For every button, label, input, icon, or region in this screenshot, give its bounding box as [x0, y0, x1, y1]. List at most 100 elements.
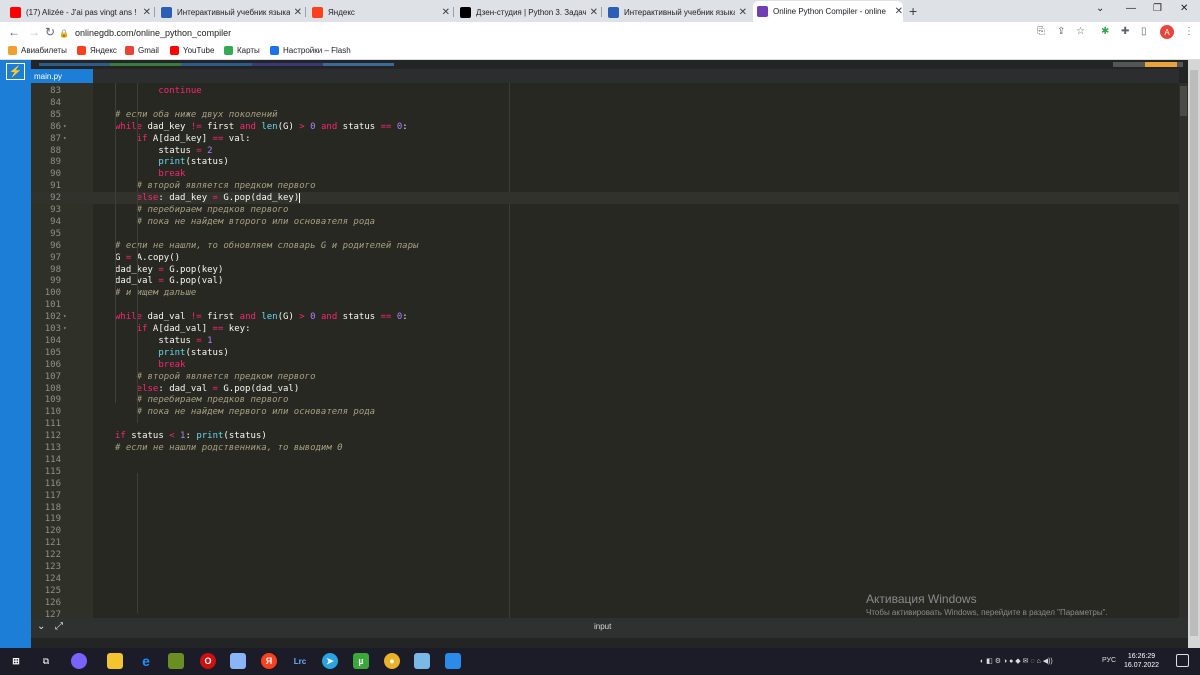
code-line[interactable]: 116	[31, 478, 1179, 490]
code-line[interactable]: 97 G = A.copy()	[31, 252, 1179, 264]
code-line[interactable]: 105 print(status)	[31, 347, 1179, 359]
code-line[interactable]: 118	[31, 502, 1179, 514]
onlinegdb-logo-icon[interactable]: ⚡	[6, 63, 25, 80]
reload-icon[interactable]: ↻	[45, 25, 55, 39]
close-tab-icon[interactable]: ✕	[739, 7, 747, 18]
code-line[interactable]: 92 else: dad_key = G.pop(dad_key)	[31, 192, 1179, 205]
opera-icon[interactable]: O	[200, 653, 216, 669]
browser-tab[interactable]: Яндекс ✕	[308, 2, 450, 22]
close-tab-icon[interactable]: ✕	[143, 7, 151, 18]
close-window-icon[interactable]: ✕	[1180, 3, 1188, 14]
bookmark-item[interactable]: Gmail	[125, 46, 159, 55]
code-line[interactable]: 108 else: dad_val = G.pop(dad_val)	[31, 383, 1179, 395]
code-editor[interactable]: 83 continue 84 85 # если оба ниже двух покол…	[31, 83, 1179, 618]
code-line[interactable]: 104 status = 1	[31, 335, 1179, 347]
translate-icon[interactable]: ⎘	[1037, 26, 1045, 37]
close-tab-icon[interactable]: ✕	[590, 7, 598, 18]
app-icon-1[interactable]	[71, 653, 87, 669]
code-line[interactable]: 98 dad_key = G.pop(key)	[31, 264, 1179, 276]
profile-avatar[interactable]: A	[1160, 25, 1174, 39]
browser-tab[interactable]: Online Python Compiler - online ✕	[753, 1, 903, 22]
code-line[interactable]: 126	[31, 597, 1179, 609]
code-line[interactable]: 121	[31, 537, 1179, 549]
code-line[interactable]: 125	[31, 585, 1179, 597]
code-area[interactable]: 83 continue 84 85 # если оба ниже двух покол…	[31, 83, 1179, 618]
code-line[interactable]: 124	[31, 573, 1179, 585]
code-line[interactable]: 99 dad_val = G.pop(val)	[31, 275, 1179, 287]
code-line[interactable]: 115	[31, 466, 1179, 478]
code-line[interactable]: 93 # перебираем предков первого	[31, 204, 1179, 216]
collapse-icon[interactable]: ⌄	[37, 621, 45, 632]
code-line[interactable]: 90 break	[31, 168, 1179, 180]
code-line[interactable]: 83 continue	[31, 85, 1179, 97]
fold-arrow-icon[interactable]: ▾	[63, 133, 69, 145]
tab-search-icon[interactable]: ⌄	[1096, 3, 1104, 14]
browser-tab[interactable]: Интерактивный учебник языка ✕	[604, 2, 747, 22]
code-line[interactable]: 109 # перебираем предков первого	[31, 394, 1179, 406]
back-icon[interactable]: ←	[8, 25, 20, 39]
close-tab-icon[interactable]: ✕	[895, 6, 903, 17]
star-icon[interactable]: ☆	[1076, 26, 1085, 37]
forward-icon[interactable]: →	[28, 25, 40, 39]
system-clock[interactable]: 16:26:29 16.07.2022	[1124, 652, 1159, 670]
menu-icon[interactable]: ⋮	[1184, 26, 1194, 37]
edge-icon[interactable]: e	[138, 653, 154, 669]
code-line[interactable]: 96 # если не нашли, то обновляем словарь …	[31, 240, 1179, 252]
new-tab-button[interactable]: +	[909, 3, 917, 19]
fold-arrow-icon[interactable]: ▾	[63, 121, 69, 133]
code-line[interactable]: 113 # если не нашли родственника, то выво…	[31, 442, 1179, 454]
bookmark-item[interactable]: Авиабилеты	[8, 46, 67, 55]
expand-icon[interactable]: ⤢	[55, 621, 63, 632]
close-tab-icon[interactable]: ✕	[294, 7, 302, 18]
code-line[interactable]: 110 # пока не найдем первого или основате…	[31, 406, 1179, 418]
code-line[interactable]: 88 status = 2	[31, 145, 1179, 157]
code-line[interactable]: 84	[31, 97, 1179, 109]
code-line[interactable]: 94 # пока не найдем второго или основател…	[31, 216, 1179, 228]
minimize-icon[interactable]: —	[1126, 3, 1136, 14]
code-line[interactable]: 89 print(status)	[31, 156, 1179, 168]
code-line[interactable]: 85 # если оба ниже двух поколений	[31, 109, 1179, 121]
code-line[interactable]: 91 # второй является предком первого	[31, 180, 1179, 192]
yandex-browser-icon[interactable]: Я	[261, 653, 277, 669]
chrome-icon[interactable]: ●	[384, 653, 400, 669]
extension-icon[interactable]: ✱	[1101, 26, 1109, 37]
restore-icon[interactable]: ❐	[1153, 3, 1162, 14]
code-line[interactable]: 119	[31, 513, 1179, 525]
app-icon-3[interactable]	[414, 653, 430, 669]
code-line[interactable]: 107 # второй является предком первого	[31, 371, 1179, 383]
app-icon-2[interactable]	[168, 653, 184, 669]
task-view-icon[interactable]: ⧉	[38, 653, 54, 669]
browser-tab[interactable]: Дзен-студия | Python 3. Задача – ✕	[456, 2, 598, 22]
notepad-icon[interactable]	[230, 653, 246, 669]
fold-arrow-icon[interactable]: ▾	[63, 323, 69, 335]
close-tab-icon[interactable]: ✕	[442, 7, 450, 18]
bookmark-item[interactable]: YouTube	[170, 46, 214, 55]
page-scrollbar[interactable]	[1190, 70, 1198, 636]
app-icon-4[interactable]	[445, 653, 461, 669]
address-bar[interactable]: 🔒 onlinegdb.com/online_python_compiler	[59, 25, 999, 41]
code-line[interactable]: 95	[31, 228, 1179, 240]
code-line[interactable]: 103 ▾ if A[dad_val] == key:	[31, 323, 1179, 335]
windows-start-icon[interactable]: ⊞	[8, 653, 24, 669]
bookmark-item[interactable]: Карты	[224, 46, 260, 55]
editor-scrollbar[interactable]	[1179, 83, 1188, 618]
code-line[interactable]: 100 # и ищем дальше	[31, 287, 1179, 299]
code-line[interactable]: 111	[31, 418, 1179, 430]
code-line[interactable]: 123	[31, 561, 1179, 573]
bookmark-item[interactable]: Яндекс	[77, 46, 117, 55]
sidebar-icon[interactable]: ▯	[1141, 26, 1147, 37]
editor-scroll-thumb[interactable]	[1180, 86, 1187, 116]
settings-button[interactable]	[1145, 62, 1177, 67]
code-line[interactable]: 86 ▾ while dad_key != first and len(G) > 0…	[31, 121, 1179, 133]
share-icon[interactable]: ⇪	[1057, 26, 1065, 37]
code-line[interactable]: 112 if status < 1: print(status)	[31, 430, 1179, 442]
file-tab-main-py[interactable]: main.py	[31, 69, 93, 83]
code-line[interactable]: 102 ▾ while dad_val != first and len(G) > …	[31, 311, 1179, 323]
tray-icons[interactable]: ◐ ◧ ⚙ ◑ ● ◆ ✉ ◌ ⌂ ◀))	[980, 657, 1053, 665]
code-line[interactable]: 101	[31, 299, 1179, 311]
browser-tab[interactable]: Интерактивный учебник языка ✕	[157, 2, 302, 22]
toolbar-buttons[interactable]	[39, 63, 394, 66]
code-line[interactable]: 114	[31, 454, 1179, 466]
file-explorer-icon[interactable]	[107, 653, 123, 669]
code-line[interactable]: 120	[31, 525, 1179, 537]
